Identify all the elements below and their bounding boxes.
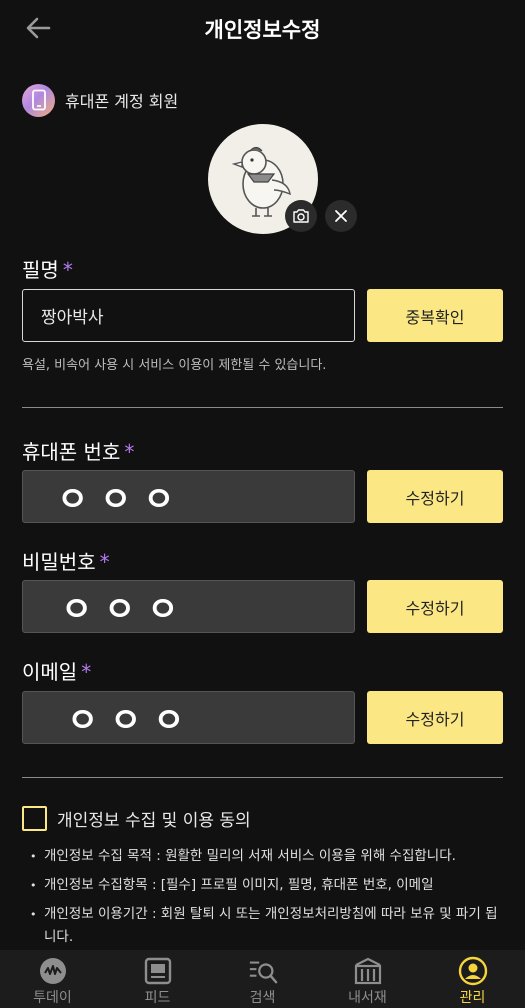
today-icon bbox=[38, 956, 68, 986]
nickname-helper-text: 욕설, 비속어 사용 시 서비스 이용이 제한될 수 있습니다. bbox=[22, 358, 327, 373]
library-icon bbox=[353, 956, 383, 986]
tab-label: 투데이 bbox=[33, 990, 72, 1006]
duplicate-check-button[interactable]: 중복확인 bbox=[367, 289, 503, 342]
password-value-field: ㅇ ㅇ ㅇ bbox=[22, 580, 355, 633]
password-label-text: 비밀번호 bbox=[22, 550, 96, 574]
consent-label: 개인정보 수집 및 이용 동의 bbox=[57, 811, 251, 831]
nickname-label-text: 필명 bbox=[22, 258, 59, 282]
email-label: 이메일 * bbox=[22, 656, 91, 685]
tab-today[interactable]: 투데이 bbox=[0, 950, 105, 1008]
close-icon bbox=[335, 210, 347, 222]
tab-label: 내서재 bbox=[348, 990, 387, 1006]
account-type-label: 휴대폰 계정 회원 bbox=[65, 92, 179, 111]
consent-note: 개인정보 이용기간 : 회원 탈퇴 시 또는 개인정보처리방침에 따라 보유 및… bbox=[30, 903, 500, 949]
account-type: 휴대폰 계정 회원 bbox=[22, 83, 178, 117]
divider bbox=[22, 777, 503, 778]
email-value-field: ㅇ ㅇ ㅇ bbox=[22, 691, 355, 744]
page-title: 개인정보수정 bbox=[204, 18, 321, 42]
tab-label: 피드 bbox=[144, 990, 171, 1006]
email-masked-value: ㅇ ㅇ ㅇ bbox=[67, 701, 185, 741]
bottom-tab-bar: 투데이 피드 검색 내서재 관리 bbox=[0, 950, 525, 1008]
phone-masked-value: ㅇ ㅇ ㅇ bbox=[57, 480, 175, 520]
search-icon bbox=[248, 956, 278, 986]
tab-library[interactable]: 내서재 bbox=[315, 950, 420, 1008]
change-photo-button[interactable] bbox=[285, 200, 317, 232]
phone-account-icon bbox=[22, 83, 55, 117]
divider bbox=[22, 407, 503, 408]
required-mark: * bbox=[124, 440, 135, 464]
consent-checkbox[interactable] bbox=[22, 806, 47, 831]
tab-label: 관리 bbox=[459, 990, 486, 1006]
header: 개인정보수정 bbox=[0, 0, 525, 56]
required-mark: * bbox=[81, 660, 92, 684]
nickname-input[interactable]: 짱아박사 bbox=[22, 289, 355, 342]
tab-manage[interactable]: 관리 bbox=[420, 950, 525, 1008]
nickname-label: 필명 * bbox=[22, 254, 73, 283]
consent-row[interactable]: 개인정보 수집 및 이용 동의 bbox=[22, 806, 251, 831]
email-edit-button[interactable]: 수정하기 bbox=[367, 691, 503, 744]
password-edit-button[interactable]: 수정하기 bbox=[367, 580, 503, 633]
password-masked-value: ㅇ ㅇ ㅇ bbox=[61, 590, 179, 630]
password-label: 비밀번호 * bbox=[22, 546, 110, 575]
feed-icon bbox=[143, 956, 173, 986]
profile-icon bbox=[458, 956, 488, 986]
camera-icon bbox=[293, 209, 309, 223]
consent-note: 개인정보 수집 목적 : 원활한 밀리의 서재 서비스 이용을 위해 수집합니다… bbox=[30, 845, 500, 868]
phone-label-text: 휴대폰 번호 bbox=[22, 440, 121, 464]
tab-search[interactable]: 검색 bbox=[210, 950, 315, 1008]
phone-value-field: ㅇ ㅇ ㅇ bbox=[22, 470, 355, 523]
consent-notes: 개인정보 수집 목적 : 원활한 밀리의 서재 서비스 이용을 위해 수집합니다… bbox=[30, 845, 500, 955]
tab-feed[interactable]: 피드 bbox=[105, 950, 210, 1008]
required-mark: * bbox=[99, 550, 110, 574]
remove-photo-button[interactable] bbox=[325, 200, 357, 232]
required-mark: * bbox=[62, 258, 73, 282]
email-label-text: 이메일 bbox=[22, 660, 78, 684]
tab-label: 검색 bbox=[249, 990, 276, 1006]
phone-label: 휴대폰 번호 * bbox=[22, 436, 134, 465]
phone-edit-button[interactable]: 수정하기 bbox=[367, 470, 503, 523]
consent-note: 개인정보 수집항목 : [필수] 프로필 이미지, 필명, 휴대폰 번호, 이메… bbox=[30, 874, 500, 897]
